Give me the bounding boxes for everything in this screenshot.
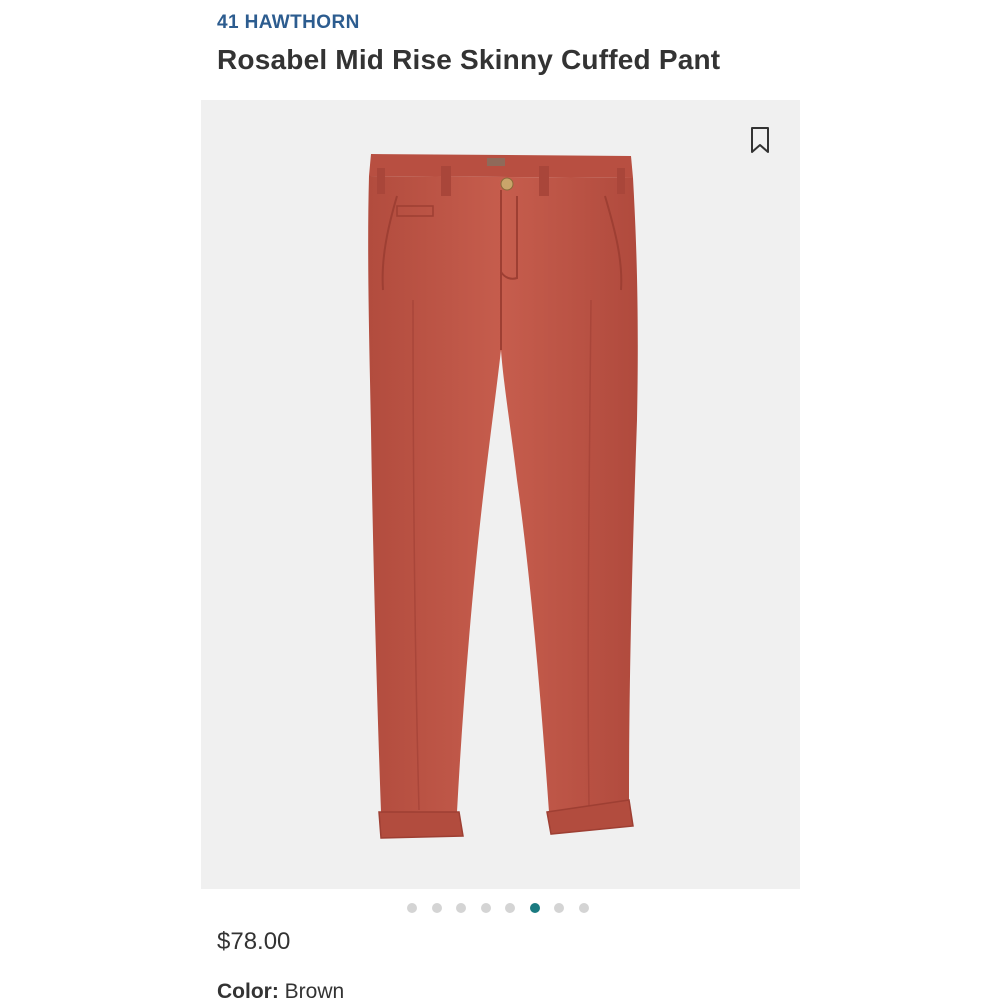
product-color: Color: Brown <box>217 980 344 1000</box>
product-image <box>368 154 638 839</box>
product-price: $78.00 <box>217 928 291 955</box>
carousel-pagination <box>407 901 589 915</box>
carousel-dot-6[interactable] <box>529 903 540 913</box>
carousel-dot-3[interactable] <box>456 903 466 913</box>
product-detail-page: 41 HAWTHORN Rosabel Mid Rise Skinny Cuff… <box>0 0 1000 1000</box>
product-image-carousel[interactable] <box>201 100 800 889</box>
carousel-dot-8[interactable] <box>578 903 589 913</box>
bookmark-icon[interactable] <box>748 126 772 154</box>
carousel-dot-5[interactable] <box>505 903 515 913</box>
carousel-dot-1[interactable] <box>407 903 417 913</box>
brand-name[interactable]: 41 HAWTHORN <box>217 12 360 34</box>
carousel-dot-2[interactable] <box>431 903 442 913</box>
product-title: Rosabel Mid Rise Skinny Cuffed Pant <box>217 44 721 75</box>
carousel-dot-7[interactable] <box>554 903 564 913</box>
carousel-dot-4[interactable] <box>480 903 491 913</box>
color-value: Brown <box>284 980 345 1000</box>
color-label: Color: <box>217 980 279 1000</box>
